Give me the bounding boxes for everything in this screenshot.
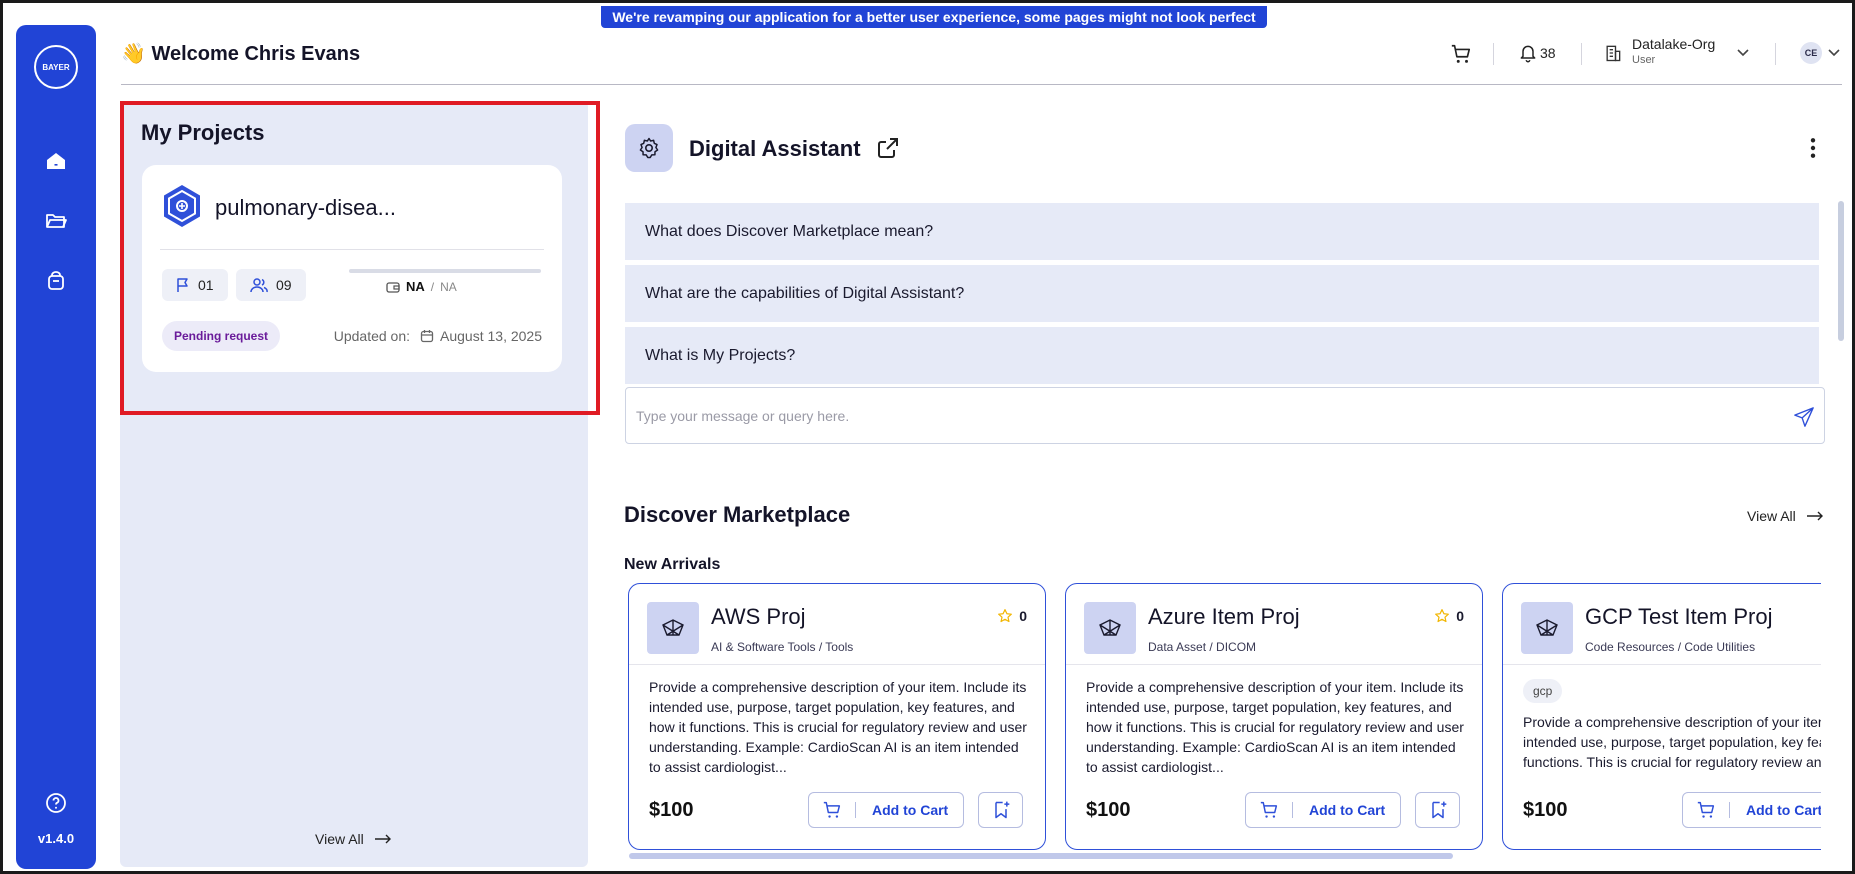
add-to-cart-button[interactable]: Add to Cart xyxy=(1245,792,1401,828)
item-title[interactable]: AWS Proj xyxy=(711,604,806,630)
marketplace-card[interactable]: Azure Item Proj Data Asset / DICOM 0 Pro… xyxy=(1065,583,1483,850)
bookmark-button[interactable] xyxy=(978,792,1023,828)
welcome-heading: 👋 Welcome Chris Evans xyxy=(121,41,360,66)
add-to-cart-label: Add to Cart xyxy=(872,802,949,818)
cart-plus-icon xyxy=(1260,801,1278,818)
add-to-cart-button[interactable]: Add to Cart xyxy=(808,792,964,828)
item-icon-tile xyxy=(1084,602,1136,654)
avatar[interactable]: CE xyxy=(1800,42,1822,64)
external-link-icon[interactable] xyxy=(876,136,900,160)
revamp-banner: We're revamping our application for a be… xyxy=(601,6,1267,47)
help-icon[interactable] xyxy=(44,791,68,815)
add-to-cart-button[interactable]: Add to Cart xyxy=(1682,792,1821,828)
chevron-down-icon[interactable] xyxy=(1736,47,1750,59)
header-divider xyxy=(1581,43,1582,65)
cart-plus-icon xyxy=(823,801,841,818)
item-description: Provide a comprehensive description of y… xyxy=(649,679,1027,775)
item-icon-tile xyxy=(647,602,699,654)
item-rating: 0 xyxy=(997,608,1027,624)
arrow-right-icon xyxy=(374,834,391,844)
new-arrivals-carousel: AWS Proj AI & Software Tools / Tools 0 P… xyxy=(625,581,1821,851)
item-price: $100 xyxy=(649,799,694,821)
add-to-cart-label: Add to Cart xyxy=(1309,802,1386,818)
bookmark-button[interactable] xyxy=(1415,792,1460,828)
item-price: $100 xyxy=(1523,799,1568,821)
org-role: User xyxy=(1632,54,1656,66)
card-divider xyxy=(629,664,1045,665)
notification-count: 38 xyxy=(1540,45,1556,61)
bell-icon[interactable] xyxy=(1518,42,1538,64)
header-divider xyxy=(1775,43,1776,65)
home-icon[interactable] xyxy=(44,149,68,173)
new-arrivals-heading: New Arrivals xyxy=(624,556,721,573)
item-icon-tile xyxy=(1521,602,1573,654)
item-title[interactable]: GCP Test Item Proj xyxy=(1585,604,1772,630)
marketplace-view-all-link[interactable]: View All xyxy=(1747,508,1824,524)
item-description: Provide a comprehensive description of y… xyxy=(1086,679,1464,775)
card-divider xyxy=(1503,664,1821,665)
org-name[interactable]: Datalake-Org xyxy=(1632,36,1715,52)
item-title[interactable]: Azure Item Proj xyxy=(1148,604,1300,630)
welcome-text: Welcome Chris Evans xyxy=(151,43,361,65)
cart-icon[interactable] xyxy=(1450,43,1472,65)
carousel-scrollbar[interactable] xyxy=(629,853,1453,859)
network-icon xyxy=(1536,619,1558,636)
header-divider xyxy=(1493,43,1494,65)
add-to-cart-label: Add to Cart xyxy=(1746,802,1821,818)
star-icon[interactable] xyxy=(997,608,1013,624)
suggested-question[interactable]: What is My Projects? xyxy=(625,327,1819,384)
item-rating: 0 xyxy=(1434,608,1464,624)
network-icon xyxy=(1099,619,1121,636)
send-icon[interactable] xyxy=(1793,406,1815,428)
building-icon xyxy=(1606,45,1621,62)
suggested-question[interactable]: What does Discover Marketplace mean? xyxy=(625,203,1819,260)
projects-view-all-link[interactable]: View All xyxy=(315,831,392,847)
item-price: $100 xyxy=(1086,799,1131,821)
suggested-question[interactable]: What are the capabilities of Digital Ass… xyxy=(625,265,1819,322)
bayer-logo[interactable]: BAYER xyxy=(34,45,78,89)
gear-icon xyxy=(639,137,659,159)
card-divider xyxy=(1066,664,1482,665)
more-vertical-icon[interactable] xyxy=(1806,137,1820,159)
item-category: Code Resources / Code Utilities xyxy=(1585,640,1756,654)
sidebar: BAYER v1.4.0 xyxy=(16,25,96,869)
assistant-scrollbar[interactable] xyxy=(1838,201,1844,341)
marketplace-card[interactable]: GCP Test Item Proj Code Resources / Code… xyxy=(1502,583,1821,850)
arrow-right-icon xyxy=(1806,511,1823,521)
rating-count: 0 xyxy=(1456,608,1464,624)
star-icon[interactable] xyxy=(1434,608,1450,624)
bag-icon[interactable] xyxy=(44,269,68,293)
item-description: Provide a comprehensive description of y… xyxy=(1523,714,1821,770)
bookmark-add-icon xyxy=(1431,801,1446,819)
bookmark-add-icon xyxy=(994,801,1009,819)
rating-count: 0 xyxy=(1019,608,1027,624)
network-icon xyxy=(662,619,684,636)
assistant-icon-tile xyxy=(625,124,673,172)
marketplace-card[interactable]: AWS Proj AI & Software Tools / Tools 0 P… xyxy=(628,583,1046,850)
app-version: v1.4.0 xyxy=(37,831,75,846)
assistant-title: Digital Assistant xyxy=(689,136,861,161)
assistant-message-input[interactable] xyxy=(625,387,1825,444)
highlight-frame xyxy=(120,101,600,415)
item-category: AI & Software Tools / Tools xyxy=(711,640,854,654)
view-all-label: View All xyxy=(1747,508,1796,524)
item-tag: gcp xyxy=(1523,679,1563,703)
chevron-down-icon[interactable] xyxy=(1827,47,1841,59)
waving-hand-icon: 👋 xyxy=(121,43,146,65)
folder-icon[interactable] xyxy=(44,209,68,233)
logo-text: BAYER xyxy=(42,62,70,72)
item-category: Data Asset / DICOM xyxy=(1148,640,1257,654)
cart-plus-icon xyxy=(1697,801,1715,818)
header-divider-line xyxy=(121,84,1842,85)
view-all-label: View All xyxy=(315,831,364,847)
marketplace-title: Discover Marketplace xyxy=(624,502,851,527)
